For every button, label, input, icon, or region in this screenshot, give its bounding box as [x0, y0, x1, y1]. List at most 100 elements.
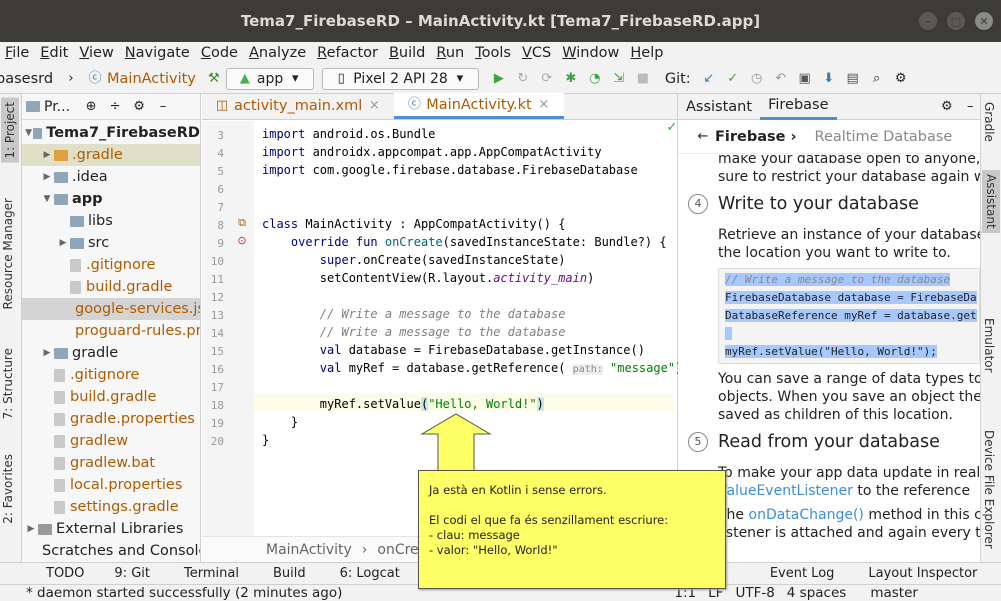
code-line[interactable]: class MainActivity : AppCompatActivity()… — [262, 217, 565, 231]
sdk-manager-icon[interactable]: ⬇ — [822, 71, 836, 86]
nav-back-link[interactable]: Firebase › — [715, 129, 797, 145]
git-rollback-icon[interactable]: ↶ — [774, 71, 788, 86]
tool-logcat[interactable]: 6: Logcat — [340, 566, 400, 581]
git-branch[interactable]: master — [870, 585, 918, 601]
menu-analyze[interactable]: Analyze — [244, 45, 312, 61]
tool-layout-inspector[interactable]: Layout Inspector — [868, 566, 977, 581]
gear-icon[interactable]: ⚙ — [933, 99, 953, 114]
search-icon[interactable]: ⌕ — [870, 71, 884, 86]
profile-icon[interactable]: ◔ — [588, 71, 602, 86]
assistant-tab[interactable]: Assistant — [678, 99, 760, 115]
class-marker-icon[interactable]: ⧉ — [235, 216, 249, 230]
close-icon[interactable]: ✕ — [975, 12, 993, 30]
indent-setting[interactable]: 4 spaces — [787, 585, 847, 601]
code-line[interactable]: setContentView(R.layout.activity_main) — [262, 271, 595, 285]
apply-changes-icon[interactable]: ↻ — [516, 71, 530, 86]
collapse-arrow-icon[interactable]: ▶ — [40, 150, 54, 160]
menu-help[interactable]: Help — [625, 45, 669, 61]
menu-navigate[interactable]: Navigate — [120, 45, 196, 61]
tab-emulator[interactable]: Emulator — [982, 318, 996, 373]
git-commit-icon[interactable]: ✓ — [726, 71, 740, 86]
hide-icon[interactable]: – — [959, 99, 975, 114]
attach-debugger-icon[interactable]: ⇲ — [612, 71, 626, 86]
nav-project-crumb[interactable]: basesrd — [0, 71, 53, 87]
project-view-label[interactable]: Pr... — [44, 99, 70, 115]
menu-run[interactable]: Run — [431, 45, 470, 61]
maximize-icon[interactable]: □ — [947, 12, 965, 30]
collapse-arrow-icon[interactable]: ▶ — [40, 348, 54, 358]
tree-row[interactable]: settings.gradle — [22, 496, 200, 518]
avd-manager-icon[interactable]: ▣ — [798, 71, 812, 86]
code-line[interactable]: // Write a message to the database — [262, 325, 566, 339]
git-update-icon[interactable]: ↙ — [702, 71, 716, 86]
tree-row[interactable]: build.gradle — [22, 276, 200, 298]
close-icon[interactable]: × — [367, 99, 381, 113]
code-line[interactable]: val myRef = database.getReference( path:… — [262, 361, 682, 375]
tab-activity-main-xml[interactable]: ◫ activity_main.xml × — [202, 93, 394, 119]
menu-refactor[interactable]: Refactor — [312, 45, 384, 61]
code-line[interactable]: val database = FirebaseDatabase.getInsta… — [262, 343, 645, 357]
code-line[interactable]: import android.os.Bundle — [262, 127, 435, 141]
expand-arrow-icon[interactable]: ▼ — [24, 128, 33, 138]
tab-device-file-explorer[interactable]: Device File Explorer — [982, 430, 996, 549]
tool-git[interactable]: 9: Git — [114, 566, 150, 581]
tab-main-activity-kt[interactable]: ⓒ MainActivity.kt × — [394, 93, 564, 119]
breadcrumb-class[interactable]: MainActivity — [266, 542, 352, 558]
expand-arrow-icon[interactable]: ▼ — [40, 194, 54, 204]
tree-row[interactable]: Scratches and Consoles — [22, 540, 200, 562]
git-history-icon[interactable]: ◷ — [750, 71, 764, 86]
menu-tools[interactable]: Tools — [470, 45, 517, 61]
locate-icon[interactable]: ⊕ — [84, 99, 98, 114]
tab-assistant[interactable]: Assistant — [982, 170, 1000, 233]
code-line[interactable]: } — [262, 415, 298, 429]
tab-favorites[interactable]: 2: Favorites — [1, 454, 15, 524]
tab-gradle[interactable]: Gradle — [982, 102, 996, 142]
code-line[interactable]: import com.google.firebase.database.Fire… — [262, 163, 638, 177]
tree-row[interactable]: ▼ app — [22, 188, 200, 210]
device-dropdown[interactable]: ▯ Pixel 2 API 28 ▾ — [322, 67, 479, 90]
stop-icon[interactable]: ■ — [636, 71, 650, 86]
on-data-change-link[interactable]: onDataChange() — [749, 507, 864, 523]
tree-row[interactable]: local.properties — [22, 474, 200, 496]
tool-event-log[interactable]: Event Log — [770, 566, 835, 581]
tree-row[interactable]: ▶ src — [22, 232, 200, 254]
nav-file-crumb[interactable]: MainActivity — [107, 71, 196, 87]
code-line[interactable]: override fun onCreate(savedInstanceState… — [262, 235, 667, 249]
collapse-arrow-icon[interactable]: ▶ — [56, 238, 70, 248]
tool-todo[interactable]: TODO — [46, 566, 84, 581]
menu-view[interactable]: View — [74, 45, 119, 61]
code-line[interactable]: super.onCreate(savedInstanceState) — [262, 253, 566, 267]
value-event-listener-link[interactable]: ValueEventListener — [718, 483, 853, 499]
menu-edit[interactable]: Edit — [35, 45, 74, 61]
file-encoding[interactable]: UTF-8 — [735, 585, 774, 601]
menu-file[interactable]: File — [0, 45, 35, 61]
menu-vcs[interactable]: VCS — [517, 45, 557, 61]
firebase-tab[interactable]: Firebase — [760, 94, 837, 120]
tool-build[interactable]: Build — [273, 566, 306, 581]
code-line[interactable]: // Write a message to the database — [262, 307, 566, 321]
hammer-icon[interactable]: ⚒ — [207, 71, 221, 86]
back-arrow-icon[interactable]: ← — [696, 129, 710, 144]
gear-icon[interactable]: ⚙ — [132, 99, 146, 114]
apply-code-icon[interactable]: ⟳ — [540, 71, 554, 86]
tree-row[interactable]: proguard-rules.pro — [22, 320, 200, 342]
collapse-arrow-icon[interactable]: ▶ — [24, 524, 38, 534]
expand-icon[interactable]: ÷ — [108, 99, 122, 114]
layout-inspector-icon[interactable]: ▤ — [846, 71, 860, 86]
run-icon[interactable]: ▶ — [492, 71, 506, 86]
tab-structure[interactable]: 7: Structure — [1, 348, 15, 419]
code-line[interactable]: import androidx.appcompat.app.AppCompatA… — [262, 145, 602, 159]
tree-row[interactable]: ▶ External Libraries — [22, 518, 200, 540]
tree-row[interactable]: google-services.json — [22, 298, 200, 320]
tree-row[interactable]: ▶ .idea — [22, 166, 200, 188]
tab-project[interactable]: 1: Project — [1, 98, 19, 163]
tree-row[interactable]: .gitignore — [22, 254, 200, 276]
tab-resource-manager[interactable]: Resource Manager — [1, 198, 15, 309]
close-icon[interactable]: × — [537, 97, 551, 112]
breadcrumb-method[interactable]: onCre — [377, 542, 418, 558]
tree-row[interactable]: ▶ gradle — [22, 342, 200, 364]
tree-row[interactable]: gradlew — [22, 430, 200, 452]
debug-icon[interactable]: ✱ — [564, 71, 578, 86]
menu-build[interactable]: Build — [384, 45, 431, 61]
hide-icon[interactable]: – — [156, 99, 170, 114]
